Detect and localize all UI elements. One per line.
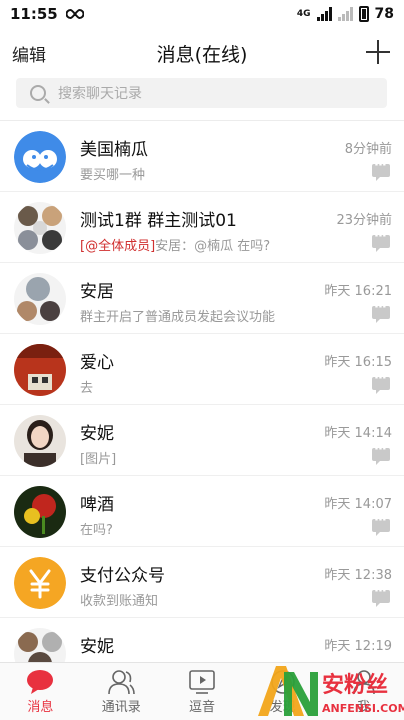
conversation-row[interactable]: 爱心 去 昨天 16:15 [0,334,404,405]
chat-bubble-icon [27,670,54,694]
watermark-brand: 安粉丝 [322,672,388,698]
conversation-name: 支付公众号 [80,566,165,586]
signal-icon-secondary [337,7,353,21]
edit-button[interactable]: 编辑 [12,41,46,66]
conversation-row[interactable]: 安妮 [图片] 昨天 14:14 [0,405,404,476]
chat-bubble-icon [372,229,390,252]
signal-icon [316,7,332,21]
status-bar: 11:55 4G 78 [0,0,404,28]
conversation-time: 昨天 16:15 [324,355,392,370]
conversation-row[interactable]: 啤酒 在吗? 昨天 14:07 [0,476,404,547]
conversation-row[interactable]: 支付公众号 收款到账通知 昨天 12:38 [0,547,404,618]
contacts-icon [108,670,135,695]
conversation-name: 安妮 [80,637,114,657]
conversation-time: 8分钟前 [344,142,392,157]
avatar [14,415,66,467]
conversation-name: 安妮 [80,424,114,444]
tab-contacts[interactable]: 通讯录 [81,663,162,720]
group-avatar [14,202,66,254]
conversation-preview: 要买哪一种 [80,168,146,183]
conversation-name: 测试1群 群主测试01 [80,211,237,231]
status-time: 11:55 [10,5,58,23]
chat-bubble-icon [372,513,390,536]
conversation-time: 昨天 14:14 [324,426,392,441]
conversation-time: 23分钟前 [336,213,392,228]
conversation-preview: 去 [80,381,94,396]
add-icon[interactable] [366,40,390,64]
chat-bubble-icon [372,442,390,465]
search-icon [30,85,46,101]
conversation-row[interactable]: 安居 群主开启了普通成员发起会议功能 昨天 16:21 [0,263,404,334]
conversation-name: 啤酒 [80,495,114,515]
conversation-row[interactable]: 美国楠瓜 要买哪一种 8分钟前 [0,121,404,192]
battery-icon [358,6,369,22]
conversation-preview: [@全体成员]安居：@楠瓜 在吗? [80,235,270,254]
tab-label: 通讯录 [101,700,141,715]
group-avatar [14,628,66,662]
preview-text: 安居：@楠瓜 在吗? [155,239,271,254]
conversation-list[interactable]: 美国楠瓜 要买哪一种 8分钟前 测试1群 群主测试01 [@全体成员]安居：@楠… [0,120,404,662]
chat-bubble-icon [372,158,390,181]
conversation-name: 爱心 [80,353,114,373]
conversation-name: 安居 [80,282,114,302]
tab-douyin[interactable]: 逗音 [162,663,243,720]
yen-icon [14,557,66,609]
search-input[interactable]: 搜索聊天记录 [16,78,387,108]
group-avatar [14,273,66,325]
conversation-name: 美国楠瓜 [80,140,148,160]
mention-tag: [@全体成员] [80,239,156,254]
conversation-row[interactable]: 测试1群 群主测试01 [@全体成员]安居：@楠瓜 在吗? 23分钟前 [0,192,404,263]
search-placeholder: 搜索聊天记录 [58,86,142,102]
conversation-time: 昨天 14:07 [324,497,392,512]
conversation-preview: [图片] [80,452,117,467]
conversation-preview: 群主开启了普通成员发起会议功能 [80,310,276,325]
network-4g-icon: 4G [296,9,311,19]
watermark-url: ANFENSI.COM [322,702,404,715]
video-play-icon [189,670,215,694]
tab-messages[interactable]: 消息 [0,663,81,720]
conversation-preview: 收款到账通知 [80,594,159,609]
chat-bubble-icon [372,300,390,323]
avatar [14,131,66,183]
chat-bubble-icon [372,371,390,394]
tab-label: 消息 [27,700,54,715]
chat-bubble-icon [372,584,390,607]
tab-label: 逗音 [188,700,215,715]
avatar [14,486,66,538]
watermark-logo: 安粉丝 ANFENSI.COM [254,658,404,720]
battery-level: 78 [374,6,394,22]
conversation-time: 昨天 12:38 [324,568,392,583]
conversation-row[interactable]: 安妮 昨天 12:19 [0,618,404,662]
conversation-time: 昨天 16:21 [324,284,392,299]
loop-icon [65,9,84,19]
page-title: 消息(在线) [156,43,248,66]
conversation-time: 昨天 12:19 [324,639,392,654]
nav-bar: 编辑 消息(在线) [0,28,404,78]
conversation-preview: 在吗? [80,523,113,538]
avatar [14,344,66,396]
